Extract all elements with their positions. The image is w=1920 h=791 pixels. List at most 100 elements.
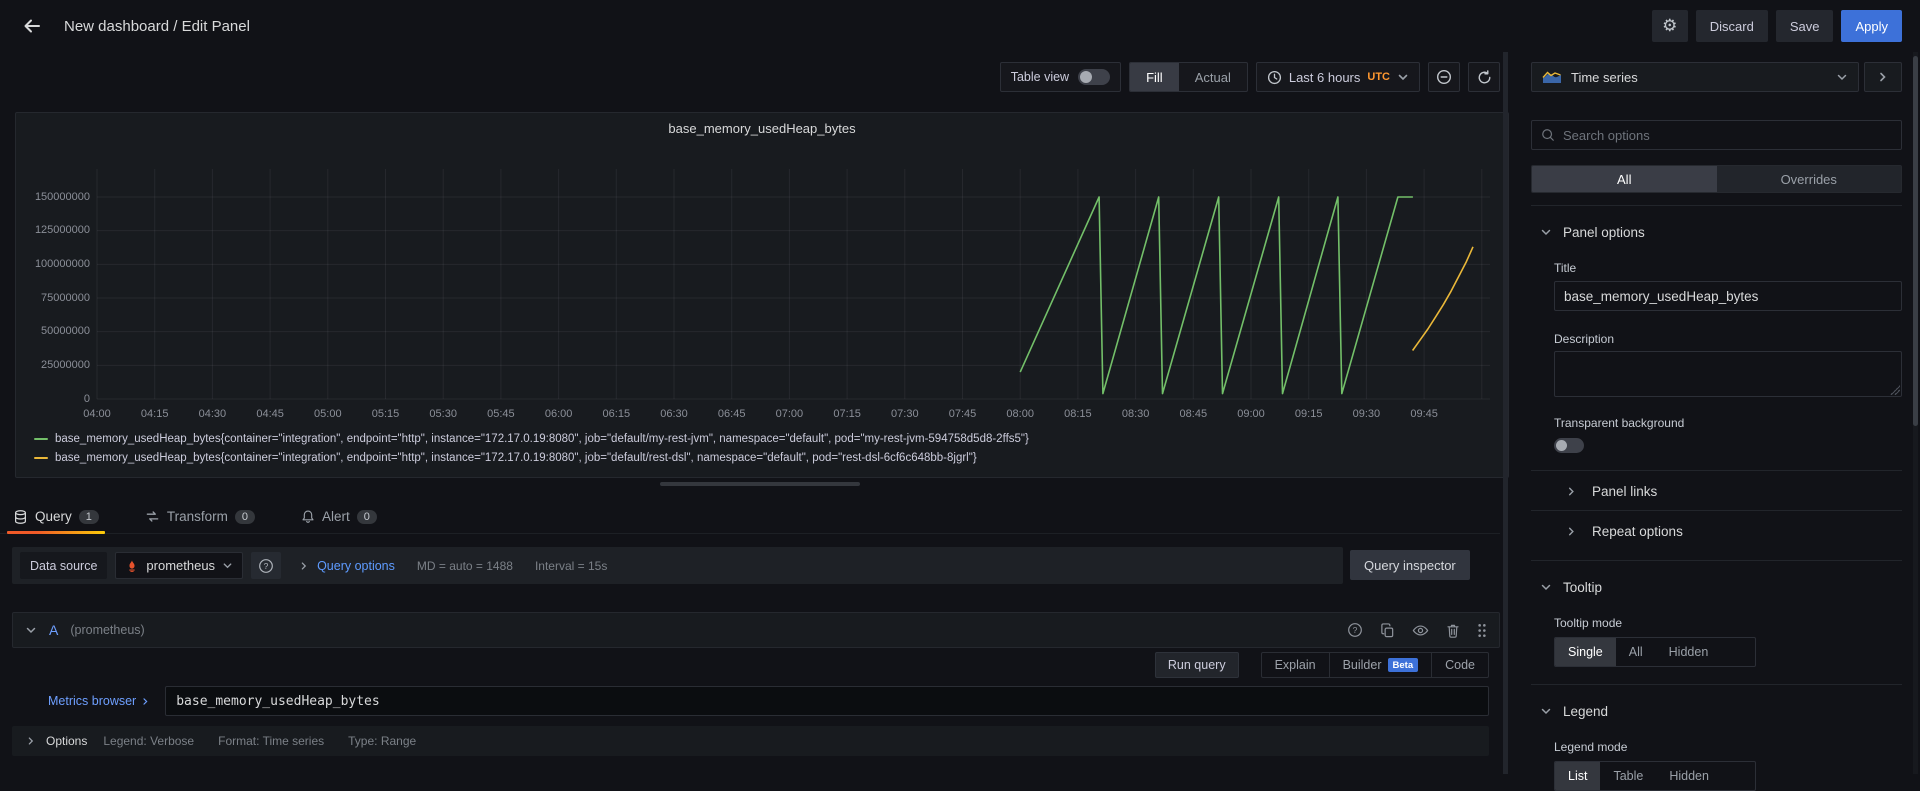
tab-transform[interactable]: Transform 0 [145, 500, 255, 534]
legend-hidden-option[interactable]: Hidden [1656, 762, 1722, 790]
tooltip-all-option[interactable]: All [1616, 638, 1656, 666]
y-axis-tick-label: 25000000 [18, 359, 90, 371]
metrics-browser-link[interactable]: Metrics browser [48, 694, 150, 708]
dashboard-settings-button[interactable]: ⚙ [1652, 10, 1688, 42]
query-inspector-button[interactable]: Query inspector [1350, 550, 1470, 580]
run-query-button[interactable]: Run query [1155, 652, 1239, 678]
chevron-right-icon [1566, 486, 1577, 497]
y-axis-tick-label: 100000000 [18, 258, 90, 270]
explain-mode-option[interactable]: Explain [1262, 653, 1329, 677]
time-range-picker[interactable]: Last 6 hours UTC [1256, 62, 1420, 92]
query-actions-row: Run query Explain BuilderBeta Code [12, 652, 1489, 678]
chart-plot-area[interactable] [16, 113, 1508, 477]
transparent-background-label: Transparent background [1554, 416, 1902, 430]
section-title: Panel links [1592, 484, 1657, 499]
x-axis-tick-label: 09:45 [1410, 408, 1438, 420]
x-axis-tick-label: 05:15 [372, 408, 400, 420]
legend-item[interactable]: base_memory_usedHeap_bytes{container="in… [34, 433, 1029, 445]
query-options-expander[interactable]: Query options [299, 559, 395, 573]
tab-query[interactable]: Query 1 [13, 500, 99, 534]
search-options-input[interactable]: Search options [1531, 120, 1902, 150]
legend-series-color-icon [34, 438, 48, 441]
query-row-header[interactable]: A (prometheus) ? [12, 612, 1500, 648]
chevron-down-icon [1540, 226, 1552, 238]
chevron-down-icon [1397, 71, 1409, 83]
tab-overrides[interactable]: Overrides [1717, 166, 1902, 192]
refresh-icon [1477, 70, 1492, 85]
panel-options-section-header[interactable]: Panel options [1531, 221, 1902, 243]
tooltip-single-option[interactable]: Single [1555, 638, 1616, 666]
discard-button[interactable]: Discard [1696, 10, 1768, 42]
x-axis-tick-label: 08:15 [1064, 408, 1092, 420]
divider [1531, 510, 1902, 511]
section-title: Panel options [1563, 225, 1645, 240]
pane-splitter[interactable] [1503, 52, 1508, 774]
datasource-select[interactable]: prometheus [115, 552, 243, 579]
panel-title-input[interactable] [1554, 281, 1902, 311]
active-tab-underline [7, 531, 105, 534]
legend-mode-segment: List Table Hidden [1554, 761, 1756, 791]
panel-options-sidebar: Time series Search options All Overrides… [1523, 52, 1912, 774]
remove-query-trash-icon[interactable] [1446, 623, 1460, 638]
sidebar-scrollbar-thumb[interactable] [1913, 56, 1918, 426]
interval-stat: Interval = 15s [535, 559, 607, 573]
legend-table-option[interactable]: Table [1600, 762, 1656, 790]
tab-alert[interactable]: Alert 0 [301, 500, 377, 534]
hide-response-eye-icon[interactable] [1412, 623, 1429, 638]
legend-series-color-icon [34, 457, 48, 460]
apply-button[interactable]: Apply [1841, 10, 1902, 42]
query-help-icon[interactable]: ? [1347, 622, 1363, 638]
chevron-down-icon [1836, 71, 1848, 83]
timeseries-viz-icon [1542, 70, 1562, 84]
zoom-out-button[interactable] [1428, 62, 1460, 92]
metrics-browser-label: Metrics browser [48, 694, 136, 708]
chevron-right-icon [141, 697, 150, 706]
resize-corner-icon[interactable] [1890, 385, 1900, 395]
chevron-down-icon [1540, 705, 1552, 717]
format-stat: Format: Time series [218, 734, 324, 748]
tooltip-hidden-option[interactable]: Hidden [1656, 638, 1722, 666]
panel-links-section-header[interactable]: Panel links [1531, 476, 1902, 506]
y-axis-tick-label: 75000000 [18, 292, 90, 304]
time-range-label: Last 6 hours [1289, 70, 1361, 85]
datasource-help-button[interactable]: ? [251, 552, 281, 579]
back-button[interactable] [14, 8, 50, 44]
drag-handle-grip-icon[interactable] [1477, 623, 1487, 638]
x-axis-tick-label: 07:30 [891, 408, 919, 420]
chevron-right-icon [299, 561, 309, 571]
query-options-row[interactable]: Options Legend: Verbose Format: Time ser… [12, 726, 1489, 756]
table-view-toggle[interactable] [1078, 69, 1110, 85]
transparent-background-toggle[interactable] [1554, 438, 1584, 453]
builder-mode-option[interactable]: BuilderBeta [1329, 653, 1432, 677]
tooltip-section-header[interactable]: Tooltip [1531, 576, 1902, 598]
query-section-tabs: Query 1 Transform 0 Alert 0 [0, 500, 1500, 534]
x-axis-tick-label: 08:30 [1122, 408, 1150, 420]
visualization-picker[interactable]: Time series [1531, 62, 1859, 92]
tab-all[interactable]: All [1532, 166, 1717, 192]
refresh-button[interactable] [1468, 62, 1500, 92]
save-button[interactable]: Save [1776, 10, 1834, 42]
search-placeholder: Search options [1563, 128, 1650, 143]
repeat-options-section-header[interactable]: Repeat options [1531, 516, 1902, 546]
duplicate-query-icon[interactable] [1380, 623, 1395, 638]
actual-option[interactable]: Actual [1179, 63, 1247, 91]
legend-section-header[interactable]: Legend [1531, 700, 1902, 722]
toggle-viz-pane-button[interactable] [1864, 62, 1902, 92]
description-field-label: Description [1554, 332, 1902, 346]
panel-resize-handle[interactable] [660, 482, 860, 486]
code-mode-option[interactable]: Code [1431, 653, 1488, 677]
chevron-right-icon [26, 736, 36, 746]
editor-mode-segment: Explain BuilderBeta Code [1261, 652, 1489, 678]
fill-option[interactable]: Fill [1130, 63, 1179, 91]
datasource-bar: Data source prometheus ? Query options M… [12, 547, 1343, 584]
y-axis-tick-label: 125000000 [18, 224, 90, 236]
panel-description-textarea[interactable] [1554, 351, 1902, 397]
arrow-left-icon [22, 16, 42, 36]
legend-list-option[interactable]: List [1555, 762, 1600, 790]
divider [1531, 470, 1902, 471]
promql-expression-input[interactable] [165, 686, 1489, 716]
legend-series-label: base_memory_usedHeap_bytes{container="in… [55, 433, 1029, 445]
query-options-label: Query options [317, 559, 395, 573]
legend-item[interactable]: base_memory_usedHeap_bytes{container="in… [34, 452, 977, 464]
y-axis-tick-label: 50000000 [18, 325, 90, 337]
